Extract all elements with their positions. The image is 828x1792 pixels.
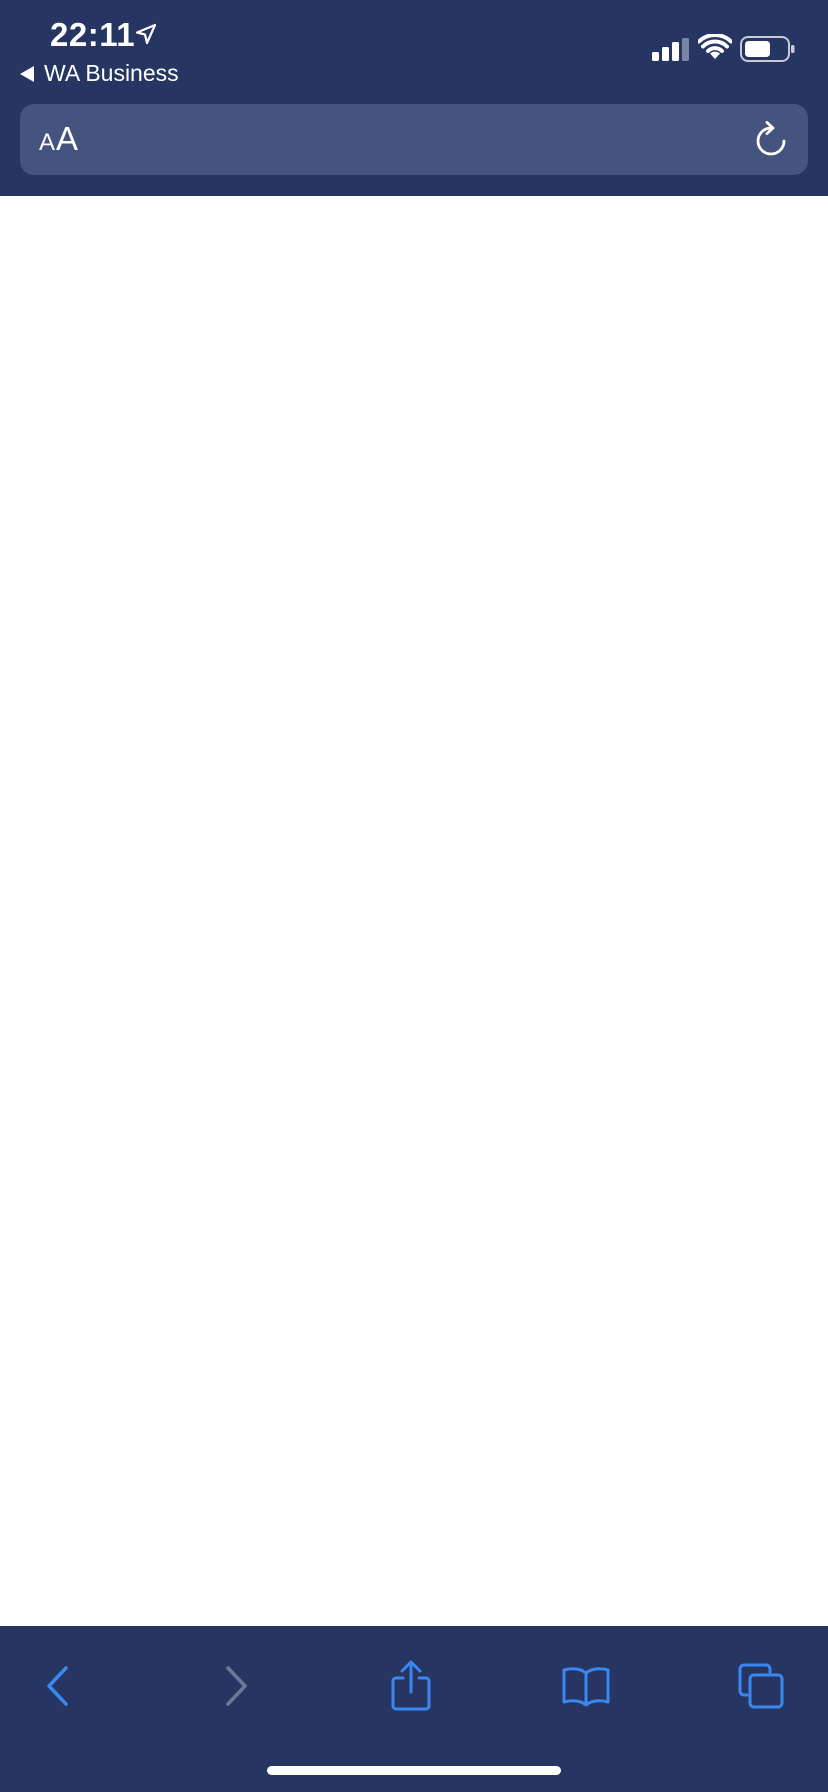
tabs-icon <box>738 1663 784 1709</box>
back-triangle-icon <box>20 65 34 82</box>
bottom-toolbar <box>0 1626 828 1792</box>
tabs-button[interactable] <box>731 1656 791 1716</box>
location-arrow-icon <box>135 23 157 45</box>
text-size-large-label: A <box>56 120 79 157</box>
back-to-app-link[interactable]: WA Business <box>20 60 179 87</box>
book-icon <box>562 1667 610 1707</box>
back-button[interactable] <box>28 1656 88 1716</box>
web-content-area[interactable] <box>0 196 828 1626</box>
text-size-small-label: A <box>39 129 56 156</box>
home-indicator[interactable] <box>267 1766 561 1775</box>
chevron-right-icon <box>226 1666 247 1706</box>
top-bar: 22:11 WA Business A A <box>0 0 828 196</box>
share-button[interactable] <box>381 1656 441 1716</box>
forward-button[interactable] <box>206 1656 266 1716</box>
status-time: 22:11 <box>50 16 136 53</box>
cellular-signal-icon <box>652 38 689 61</box>
chevron-left-icon <box>47 1666 68 1706</box>
bookmarks-button[interactable] <box>556 1656 616 1716</box>
address-bar[interactable]: A A <box>20 104 808 175</box>
wifi-icon <box>698 34 732 59</box>
text-size-button[interactable]: A A <box>39 120 78 158</box>
browser-screen: 22:11 WA Business A A <box>0 0 828 1792</box>
share-icon <box>391 1660 431 1711</box>
reload-icon[interactable] <box>752 121 790 159</box>
back-app-label: WA Business <box>44 60 179 86</box>
battery-icon <box>740 36 795 62</box>
